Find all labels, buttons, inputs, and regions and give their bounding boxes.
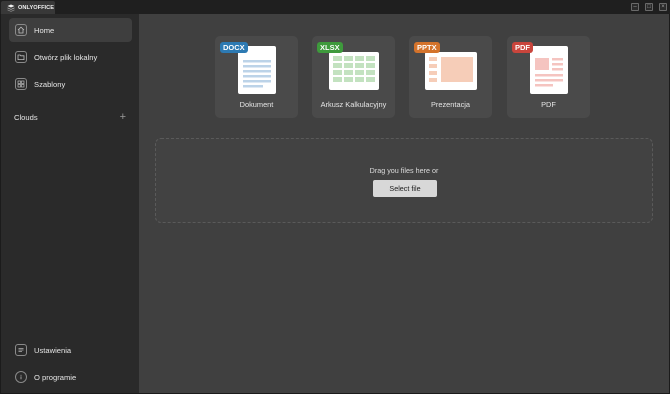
- new-document-card[interactable]: DOCX Dokument: [215, 36, 298, 118]
- home-icon: [15, 24, 27, 36]
- add-cloud-button[interactable]: +: [120, 112, 126, 123]
- clouds-label: Clouds: [14, 112, 38, 122]
- app-brand-label: ONLYOFFICE: [18, 4, 55, 11]
- new-spreadsheet-label: Arkusz Kalkulacyjny: [320, 100, 387, 109]
- sidebar-item-label: O programie: [34, 372, 77, 382]
- xlsx-badge: XLSX: [317, 42, 343, 53]
- settings-icon: [15, 344, 27, 356]
- new-pdf-card[interactable]: PDF PDF: [507, 36, 590, 118]
- window-controls: – □ ×: [631, 3, 667, 11]
- maximize-button[interactable]: □: [645, 3, 653, 11]
- sidebar-item-label: Ustawienia: [34, 345, 72, 355]
- sidebar-item-home[interactable]: Home: [9, 18, 132, 42]
- pdf-file-icon: [529, 46, 568, 94]
- new-presentation-label: Prezentacja: [430, 100, 471, 109]
- new-spreadsheet-card[interactable]: XLSX Arkusz Kalkulacyjny: [312, 36, 395, 118]
- sidebar: Home Otwórz plik lokalny Szablony Clouds…: [1, 14, 139, 393]
- clouds-section-header: Clouds +: [14, 112, 126, 123]
- minimize-button[interactable]: –: [631, 3, 639, 11]
- sidebar-item-label: Home: [34, 25, 55, 35]
- select-file-button[interactable]: Select file: [373, 180, 437, 197]
- templates-grid-icon: [15, 78, 27, 90]
- close-button[interactable]: ×: [659, 3, 667, 11]
- title-bar: ONLYOFFICE – □ ×: [0, 0, 670, 14]
- presentation-file-icon: [424, 52, 477, 90]
- sidebar-item-templates[interactable]: Szablony: [9, 72, 132, 96]
- docx-badge: DOCX: [220, 42, 248, 53]
- app-tab[interactable]: ONLYOFFICE: [1, 1, 55, 14]
- sidebar-item-open-local[interactable]: Otwórz plik lokalny: [9, 45, 132, 69]
- minimize-icon: –: [633, 4, 637, 10]
- onlyoffice-logo-icon: [7, 4, 15, 12]
- folder-icon: [15, 51, 27, 63]
- close-icon: ×: [661, 4, 665, 10]
- sidebar-item-about[interactable]: O programie: [9, 365, 132, 389]
- new-presentation-card[interactable]: PPTX Prezentacja: [409, 36, 492, 118]
- info-icon: [15, 371, 27, 383]
- new-pdf-label: PDF: [541, 100, 556, 109]
- sidebar-item-label: Otwórz plik lokalny: [34, 52, 98, 62]
- dropzone-text: Drag you files here or: [369, 166, 439, 175]
- main-content: DOCX Dokument XLSX Arkusz Kalkulacyjny P…: [139, 14, 669, 393]
- sidebar-item-settings[interactable]: Ustawienia: [9, 338, 132, 362]
- sidebar-item-label: Szablony: [34, 79, 66, 89]
- new-document-label: Dokument: [239, 100, 274, 109]
- maximize-icon: □: [647, 4, 651, 10]
- pdf-badge: PDF: [512, 42, 533, 53]
- pptx-badge: PPTX: [414, 42, 440, 53]
- document-file-icon: [237, 46, 276, 94]
- file-dropzone[interactable]: Drag you files here or Select file: [155, 138, 653, 223]
- spreadsheet-file-icon: [328, 52, 379, 90]
